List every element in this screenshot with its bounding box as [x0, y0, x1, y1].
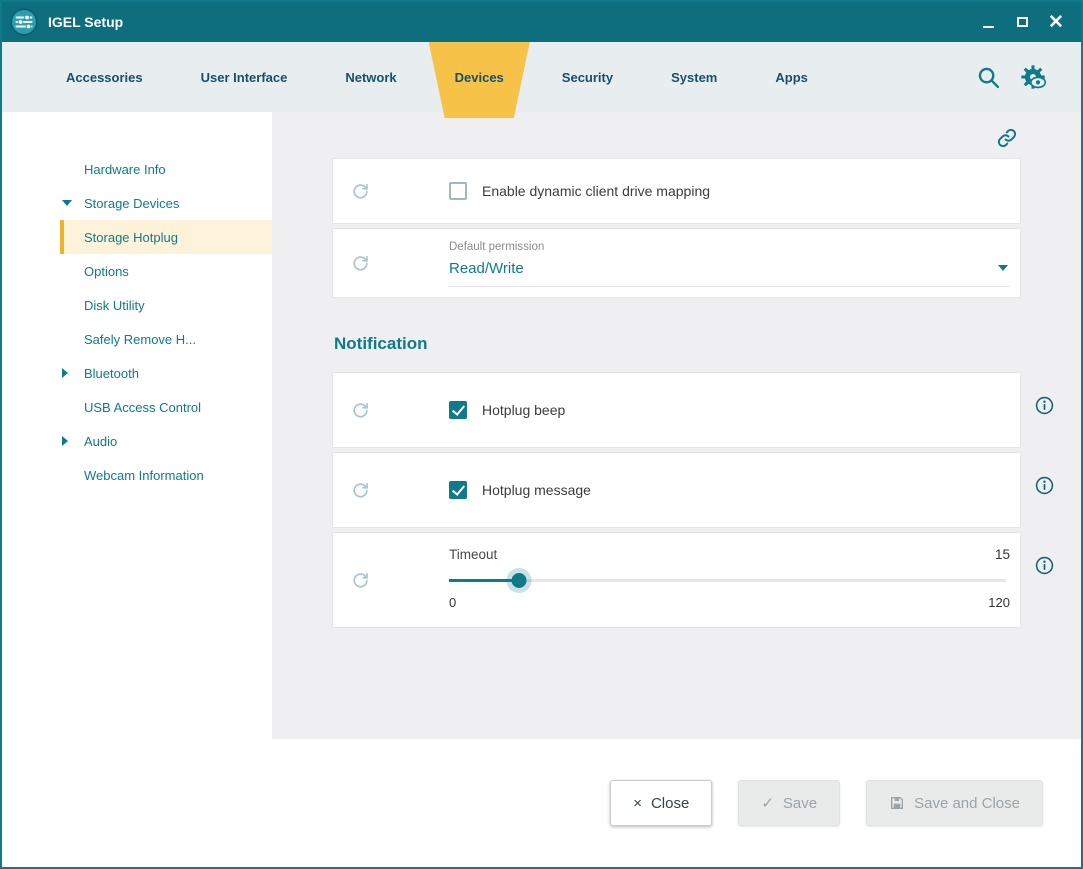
sidebar-item-disk-utility[interactable]: Disk Utility [2, 288, 272, 322]
default-permission-card: Default permission Read/Write [332, 228, 1021, 298]
default-permission-select[interactable]: Default permission Read/Write [387, 230, 1020, 297]
tab-security[interactable]: Security [556, 42, 619, 112]
tab-bar: Accessories User Interface Network Devic… [2, 42, 1081, 112]
search-button[interactable] [976, 65, 1001, 90]
dropdown-caret-icon [998, 265, 1008, 271]
setup-visibility-button[interactable] [1019, 63, 1047, 91]
drive-mapping-label: Enable dynamic client drive mapping [482, 183, 710, 199]
reset-to-default-icon[interactable] [333, 181, 387, 202]
save-button[interactable]: ✓ Save [738, 780, 840, 826]
slider-thumb[interactable] [512, 573, 527, 588]
settings-panel: Enable dynamic client drive mapping Def [272, 112, 1081, 739]
timeout-card: Timeout 15 0 120 [332, 532, 1021, 628]
timeout-min: 0 [449, 595, 456, 610]
tabbar-icons [976, 63, 1047, 91]
tab-user-interface[interactable]: User Interface [195, 42, 294, 112]
save-disk-icon [889, 795, 905, 811]
hotplug-message-label: Hotplug message [482, 482, 591, 498]
timeout-label: Timeout [449, 547, 497, 562]
notification-heading: Notification [334, 334, 1067, 354]
sidebar-item-usb-access-control[interactable]: USB Access Control [2, 390, 272, 424]
sidebar-item-storage-devices[interactable]: Storage Devices [2, 186, 272, 220]
hotplug-beep-info-button[interactable] [1021, 372, 1067, 415]
sidebar-item-bluetooth[interactable]: Bluetooth [2, 356, 272, 390]
check-icon: ✓ [761, 794, 774, 812]
igel-logo-icon [10, 8, 38, 36]
titlebar: IGEL Setup ✕ [2, 2, 1081, 42]
reset-to-default-icon[interactable] [333, 400, 387, 421]
tab-system[interactable]: System [665, 42, 723, 112]
drive-mapping-checkbox[interactable] [449, 182, 467, 200]
sidebar-item-safely-remove[interactable]: Safely Remove H... [2, 322, 272, 356]
sidebar-item-webcam-information[interactable]: Webcam Information [2, 458, 272, 492]
igel-setup-window: IGEL Setup ✕ Accessories User Interface … [0, 0, 1083, 869]
default-permission-value: Read/Write [449, 260, 524, 277]
info-icon [1035, 476, 1054, 495]
maximize-icon [1017, 17, 1028, 27]
timeout-max: 120 [988, 595, 1010, 610]
hotplug-message-card: Hotplug message [332, 452, 1021, 528]
tab-devices[interactable]: Devices [449, 42, 510, 112]
tab-accessories[interactable]: Accessories [60, 42, 149, 112]
hotplug-beep-label: Hotplug beep [482, 402, 565, 418]
hotplug-message-info-button[interactable] [1021, 452, 1067, 495]
sidebar: Hardware Info Storage Devices Storage Ho… [2, 112, 272, 739]
timeout-value: 15 [995, 547, 1010, 562]
search-icon [976, 65, 1001, 90]
window-controls: ✕ [971, 7, 1073, 37]
body: Hardware Info Storage Devices Storage Ho… [2, 112, 1081, 739]
hotplug-beep-card: Hotplug beep [332, 372, 1021, 448]
timeout-info-button[interactable] [1021, 532, 1067, 575]
chevron-down-icon [62, 200, 84, 206]
info-icon [1035, 556, 1054, 575]
window-title: IGEL Setup [48, 14, 123, 30]
reset-to-default-icon[interactable] [333, 480, 387, 501]
sidebar-item-hardware-info[interactable]: Hardware Info [2, 152, 272, 186]
sidebar-item-audio[interactable]: Audio [2, 424, 272, 458]
sidebar-item-options[interactable]: Options [2, 254, 272, 288]
tab-apps[interactable]: Apps [769, 42, 814, 112]
save-and-close-button[interactable]: Save and Close [866, 780, 1043, 826]
chevron-right-icon [62, 368, 84, 378]
reset-to-default-icon[interactable] [333, 533, 387, 627]
info-icon [1035, 396, 1054, 415]
chevron-right-icon [62, 436, 84, 446]
close-icon: ✕ [1048, 13, 1064, 32]
sidebar-item-storage-hotplug[interactable]: Storage Hotplug [2, 220, 272, 254]
timeout-slider[interactable] [449, 571, 1010, 589]
parameter-link-button[interactable] [995, 126, 1019, 150]
footer: × Close ✓ Save Save and Close [2, 739, 1081, 867]
minimize-icon [983, 26, 994, 28]
close-window-button[interactable]: ✕ [1039, 7, 1073, 37]
hotplug-message-checkbox[interactable] [449, 481, 467, 499]
reset-to-default-icon[interactable] [333, 253, 387, 274]
close-x-icon: × [633, 795, 642, 812]
link-icon [995, 126, 1019, 150]
close-button[interactable]: × Close [610, 780, 712, 826]
hotplug-beep-checkbox[interactable] [449, 401, 467, 419]
tab-network[interactable]: Network [339, 42, 402, 112]
maximize-button[interactable] [1005, 7, 1039, 37]
default-permission-label: Default permission [449, 241, 1010, 253]
gear-eye-icon [1019, 63, 1047, 91]
drive-mapping-card: Enable dynamic client drive mapping [332, 158, 1021, 224]
minimize-button[interactable] [971, 7, 1005, 37]
